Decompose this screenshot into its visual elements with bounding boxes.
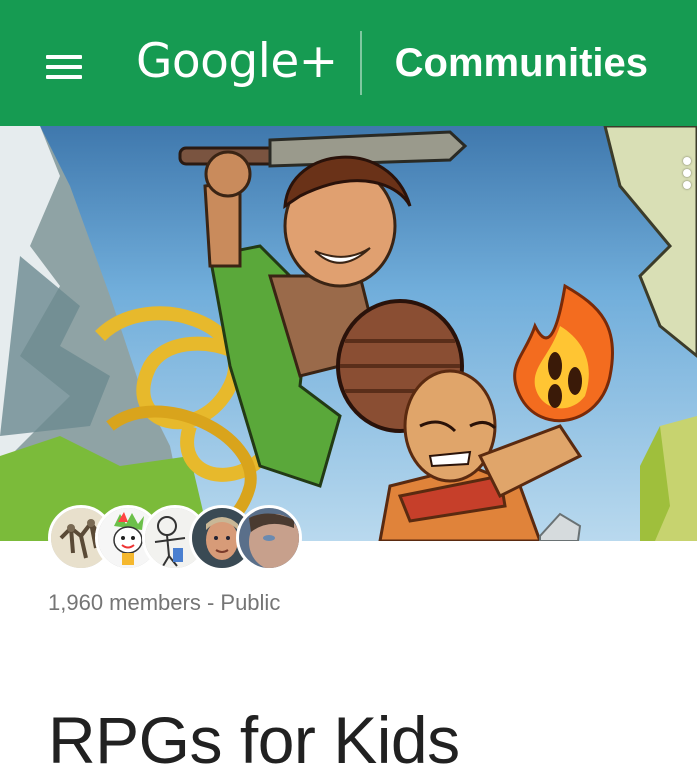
face-closeup-avatar-image — [239, 508, 299, 568]
member-avatars[interactable] — [48, 505, 308, 571]
google-plus-logo[interactable]: Google+ — [136, 34, 338, 90]
more-options-button[interactable] — [677, 154, 697, 194]
menu-button[interactable] — [36, 40, 92, 96]
hamburger-menu-icon — [46, 75, 82, 79]
hamburger-menu-icon — [46, 65, 82, 69]
community-name: RPGs for Kids — [48, 703, 460, 777]
app-bar: Google+ Communities — [0, 0, 697, 126]
appbar-divider — [360, 31, 362, 95]
hamburger-menu-icon — [46, 55, 82, 59]
member-count-and-visibility: 1,960 members - Public — [48, 590, 281, 615]
avatar[interactable] — [236, 505, 302, 571]
section-title: Communities — [394, 41, 648, 85]
more-vertical-icon — [683, 157, 691, 165]
more-vertical-icon — [683, 181, 691, 189]
more-vertical-icon — [683, 169, 691, 177]
cover-illustration — [0, 126, 697, 541]
cover-image — [0, 126, 697, 541]
